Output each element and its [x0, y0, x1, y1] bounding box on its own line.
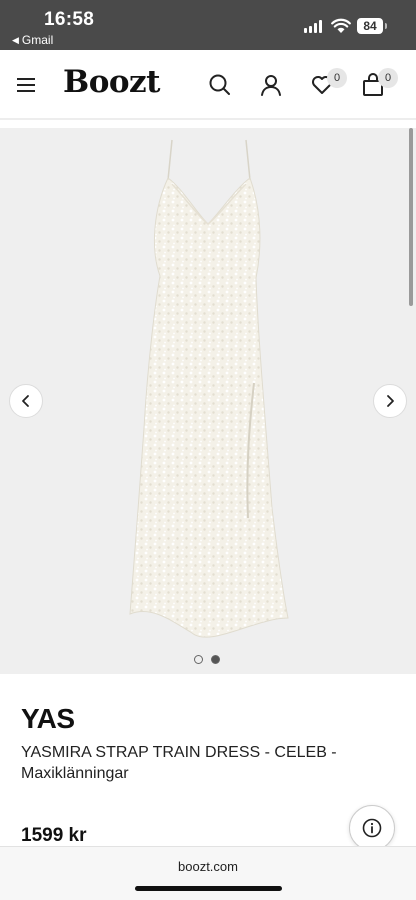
home-indicator[interactable] — [135, 886, 282, 891]
gallery-dot-active[interactable] — [211, 655, 220, 664]
search-icon[interactable] — [207, 72, 233, 98]
battery-tip — [385, 23, 387, 29]
url-text[interactable]: boozt.com — [0, 859, 416, 874]
account-icon[interactable] — [258, 72, 284, 98]
back-app-label: Gmail — [21, 33, 54, 47]
product-price: 1599 kr — [21, 825, 87, 846]
cart-count-badge: 0 — [378, 68, 398, 88]
info-button[interactable] — [349, 805, 395, 851]
site-header: Boozt 0 0 — [0, 50, 416, 120]
battery-icon: 84 — [357, 18, 383, 34]
back-to-app-link[interactable]: ◀ Gmail — [12, 33, 53, 47]
wishlist-count-badge: 0 — [327, 68, 347, 88]
cellular-signal-icon — [304, 20, 322, 33]
menu-icon[interactable] — [17, 78, 35, 92]
status-time: 16:58 — [44, 9, 95, 30]
status-bar: 16:58 ◀ Gmail 84 — [0, 0, 416, 50]
gallery-pagination — [194, 655, 220, 664]
gallery-dot[interactable] — [194, 655, 203, 664]
chevron-left-icon — [22, 395, 29, 407]
product-brand[interactable]: YAS — [21, 703, 75, 735]
gallery-next-button[interactable] — [373, 384, 407, 418]
back-triangle-icon: ◀ — [12, 34, 19, 45]
chevron-right-icon — [387, 395, 394, 407]
browser-address-bar[interactable]: boozt.com — [0, 846, 416, 900]
page-scrollbar[interactable] — [409, 128, 413, 306]
wifi-icon — [331, 18, 351, 33]
product-name: YASMIRA STRAP TRAIN DRESS - CELEB - Maxi… — [21, 744, 337, 782]
product-image-gallery[interactable] — [0, 128, 416, 674]
gallery-prev-button[interactable] — [9, 384, 43, 418]
boozt-logo[interactable]: Boozt — [63, 64, 160, 100]
product-image-dress — [129, 139, 289, 638]
info-icon — [362, 818, 382, 838]
